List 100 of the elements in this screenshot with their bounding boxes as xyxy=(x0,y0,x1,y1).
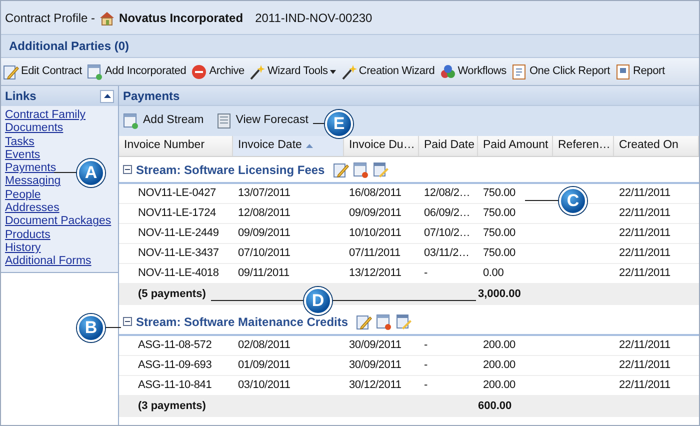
table-cell-text: 02/08/2011 xyxy=(238,338,290,354)
table-cell-text: 03/10/2011 xyxy=(238,378,290,394)
toolbar-button[interactable]: Report xyxy=(615,63,665,80)
sidebar-link[interactable]: Messaging xyxy=(5,175,61,189)
table-cell-text: NOV11-LE-0427 xyxy=(138,186,216,202)
callout-marker: D xyxy=(304,287,332,315)
table-cell-text: 09/11/2011 xyxy=(238,266,290,282)
table-cell-text: - xyxy=(424,338,428,354)
table-cell-text: NOV-11-LE-2449 xyxy=(138,226,219,242)
sidebar-link[interactable]: Document Packages xyxy=(5,215,112,229)
stream-title: Stream: Software Licensing Fees xyxy=(136,162,325,178)
edit-icon[interactable] xyxy=(372,162,389,178)
minus-icon xyxy=(125,167,130,172)
toolbar-button[interactable]: Workflows xyxy=(440,63,506,80)
callout-marker: B xyxy=(77,314,105,342)
edit-icon[interactable] xyxy=(332,162,349,178)
magic-wand-icon xyxy=(249,64,266,80)
action-button[interactable]: Add Stream xyxy=(123,112,204,130)
table-cell-text: 30/12/2011 xyxy=(349,378,402,394)
minus-icon xyxy=(125,319,130,324)
table-cell-text: 22/11/2011 xyxy=(619,378,670,394)
document-add-icon xyxy=(123,113,139,129)
table-cell-text: ASG-11-08-572 xyxy=(138,338,212,354)
sidebar-link[interactable]: Documents xyxy=(5,122,64,136)
table-cell-text: 22/11/2011 xyxy=(619,246,670,262)
edit-icon xyxy=(3,64,19,80)
sort-arrow-icon xyxy=(306,144,313,148)
sidebar-link[interactable]: History xyxy=(5,242,41,256)
table-cell-text: 03/11/2… xyxy=(424,246,470,262)
leader-line xyxy=(54,172,78,173)
toolbar-button[interactable]: Add Incorporated xyxy=(86,63,186,80)
collapse-icon[interactable] xyxy=(123,165,132,174)
table-cell-text: 750.00 xyxy=(483,206,516,222)
table-cell-text: 07/10/2… xyxy=(424,226,470,242)
document-add-icon xyxy=(86,64,103,80)
toolbar-button[interactable]: Wizard Tools xyxy=(249,63,336,80)
table-cell-text: - xyxy=(424,378,428,394)
table-cell-text: 12/08/2… xyxy=(424,186,470,202)
toolbar-button[interactable]: One Click Report xyxy=(511,63,610,80)
column-header[interactable]: Created On xyxy=(614,136,699,156)
table-cell-text: 22/11/2011 xyxy=(619,186,670,202)
table-cell-text: NOV-11-LE-3437 xyxy=(138,246,219,262)
table-cell-text: 10/10/2011 xyxy=(349,226,402,242)
table-cell-text: 22/11/2011 xyxy=(619,266,670,282)
toolbar-button[interactable]: Edit Contract xyxy=(3,63,82,80)
table-cell-text: 12/08/2011 xyxy=(238,206,290,222)
table-cell-text: 200.00 xyxy=(483,338,516,354)
delete-icon[interactable] xyxy=(376,314,392,330)
leader-line xyxy=(105,327,121,328)
column-header[interactable]: Paid Amount xyxy=(478,136,553,156)
summary-count: (5 payments) xyxy=(138,287,206,302)
sidebar-link[interactable]: Tasks xyxy=(5,136,34,149)
table-cell-text: ASG-11-10-841 xyxy=(138,378,212,394)
company-name: Novatus Incorporated xyxy=(119,10,244,26)
caret-icon xyxy=(104,94,110,98)
panel-title[interactable]: Additional Parties (0) xyxy=(9,37,130,55)
table-cell-text: 01/09/2011 xyxy=(238,358,290,374)
cubes-icon xyxy=(440,64,456,80)
table-cell-text: 09/09/2011 xyxy=(349,206,402,222)
collapse-icon[interactable] xyxy=(123,317,132,326)
table-cell-text: NOV-11-LE-4018 xyxy=(138,266,219,282)
toolbar-button[interactable]: Archive xyxy=(191,63,244,80)
column-header[interactable]: Paid Date xyxy=(419,136,478,156)
table-cell-text: 200.00 xyxy=(483,358,516,374)
table-cell-text: - xyxy=(424,358,428,374)
collapse-button[interactable] xyxy=(100,90,114,102)
sidebar-link[interactable]: Additional Forms xyxy=(5,255,92,269)
magic-wand-icon xyxy=(340,64,357,80)
payments-title: Payments xyxy=(123,88,180,104)
column-header[interactable]: Invoice Date xyxy=(233,136,344,156)
column-header[interactable]: Referen… xyxy=(553,136,614,156)
delete-icon[interactable] xyxy=(352,162,369,178)
callout-marker: C xyxy=(559,187,587,215)
summary-count: (3 payments) xyxy=(138,399,206,414)
edit-icon[interactable] xyxy=(356,314,372,330)
sidebar-link[interactable]: Events xyxy=(5,148,40,162)
summary-total: 600.00 xyxy=(478,399,512,414)
toolbar-button[interactable]: Creation Wizard xyxy=(340,63,435,80)
table-cell-text: 22/11/2011 xyxy=(619,358,670,374)
table-cell-text: 22/11/2011 xyxy=(619,226,670,242)
table-cell-text: 09/09/2011 xyxy=(238,226,290,242)
report-icon xyxy=(511,64,528,80)
table-cell-text: ASG-11-09-693 xyxy=(138,358,212,374)
sidebar-link[interactable]: Addresses xyxy=(5,202,60,216)
table-cell-text: 750.00 xyxy=(483,186,516,202)
leader-line xyxy=(313,123,326,124)
table-cell-text: NOV11-LE-1724 xyxy=(138,206,216,222)
edit-icon[interactable] xyxy=(396,314,412,330)
leader-line xyxy=(525,200,560,201)
table-cell-text: 0.00 xyxy=(483,266,504,282)
sidebar-link[interactable]: Contract Family xyxy=(5,109,86,122)
sidebar-link[interactable]: Payments xyxy=(5,162,56,176)
table-cell-text: 22/11/2011 xyxy=(619,338,670,354)
table-cell-text: 30/09/2011 xyxy=(349,358,402,374)
sidebar-link[interactable]: Products xyxy=(5,228,50,242)
house-icon xyxy=(99,10,116,26)
action-button[interactable]: View Forecast xyxy=(216,112,308,130)
table-cell-text: 13/12/2011 xyxy=(349,266,402,282)
sidebar-link[interactable]: People xyxy=(5,188,41,202)
report-icon xyxy=(615,64,631,80)
